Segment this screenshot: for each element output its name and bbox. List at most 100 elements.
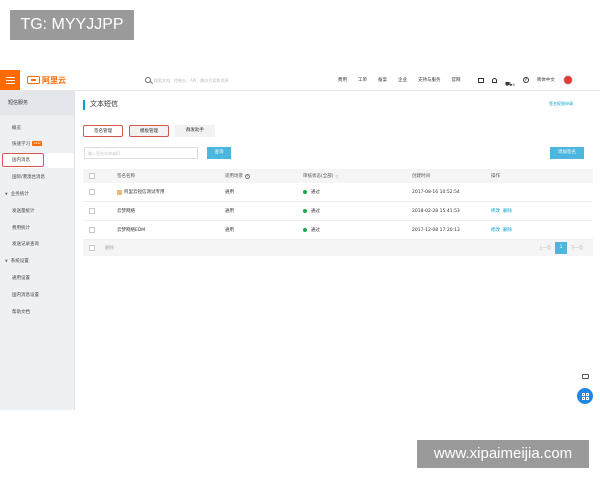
- sidebar-item-send-records[interactable]: 发送记录查询: [0, 237, 74, 252]
- global-search-input[interactable]: [154, 75, 272, 85]
- nav-filing[interactable]: 备案: [378, 77, 387, 83]
- table-header: 签名名称 适用场景? 审核状态(全部) ▽ 创建时间 操作: [83, 169, 593, 183]
- signature-scope: 通用: [225, 228, 234, 233]
- table-row: 云梦网络 通用 通过 2018-02-28 15:41:53 修改 删除: [83, 202, 593, 221]
- tab-bar: 签名管理 模板管理 群发助手: [83, 125, 215, 139]
- question-icon[interactable]: ?: [245, 173, 250, 179]
- sidebar-item-send-volume-stats[interactable]: 发送量统计: [0, 204, 74, 219]
- add-signature-button[interactable]: 添加签名: [550, 147, 584, 159]
- nav-tickets[interactable]: 工单: [358, 77, 367, 83]
- delete-link[interactable]: 删除: [503, 208, 512, 214]
- sidebar-group-label: 业务统计: [10, 192, 29, 197]
- sidebar-item-label: 国内消息设置: [12, 293, 39, 298]
- caret-down-icon: ▼: [5, 192, 8, 196]
- sidebar-item-label: 通用设置: [12, 276, 30, 281]
- mail-icon[interactable]: [478, 77, 484, 83]
- prev-page-button[interactable]: 上一页: [539, 245, 551, 251]
- nav-fees[interactable]: 费用: [338, 77, 347, 83]
- signature-name: 阿里云短信测试专用: [117, 183, 165, 201]
- sidebar-item-domestic-settings[interactable]: 国内消息设置: [0, 288, 74, 303]
- sidebar: 短信服务 概览 快速学习 NEW 国内消息 国际/港澳台消息 ▼ 业务统计 发送量统…: [0, 91, 75, 410]
- top-navigation: 阿里云 费用 工单 备案 企业 支持与服务 官网 ⛟0 ? 简体中文: [0, 70, 600, 91]
- header-ops: 操作: [491, 174, 500, 179]
- row-checkbox[interactable]: [89, 221, 95, 239]
- status-dot-icon: [303, 190, 307, 194]
- cart-button[interactable]: ⛟0: [505, 71, 515, 90]
- row-checkbox[interactable]: [89, 202, 95, 220]
- tab-bulk-send-assistant[interactable]: 群发助手: [175, 125, 215, 137]
- table-row: 云梦网络EDM 通用 通过 2017-12-08 17:20:13 修改 删除: [83, 221, 593, 240]
- top-nav-icons: ⛟0 ? 简体中文: [478, 70, 573, 90]
- sidebar-item-label: 帮助文档: [12, 310, 30, 315]
- header-created: 创建时间: [412, 174, 430, 179]
- status-text: 通过: [311, 228, 320, 233]
- sidebar-item-overview[interactable]: 概览: [0, 121, 74, 136]
- signature-name: 云梦网络EDM: [117, 228, 146, 233]
- sidebar-item-fee-stats[interactable]: 费用统计: [0, 221, 74, 236]
- current-page[interactable]: 1: [555, 242, 567, 254]
- chat-icon[interactable]: [579, 370, 591, 382]
- sidebar-item-general-settings[interactable]: 通用设置: [0, 271, 74, 286]
- tab-template-management[interactable]: 模板管理: [129, 125, 169, 137]
- sidebar-item-label: 快速学习: [12, 142, 30, 147]
- nav-enterprise[interactable]: 企业: [398, 77, 407, 83]
- status-dot-icon: [303, 209, 307, 213]
- language-switch[interactable]: 简体中文: [537, 77, 555, 83]
- sidebar-title: 短信服务: [0, 91, 74, 115]
- cart-icon: ⛟: [505, 80, 513, 88]
- edit-link[interactable]: 修改: [491, 208, 500, 214]
- signature-ops: 修改 删除: [491, 202, 515, 220]
- signature-search-input[interactable]: [84, 147, 198, 159]
- sidebar-group-business-stats[interactable]: ▼ 业务统计: [0, 187, 74, 202]
- edit-link[interactable]: 修改: [491, 227, 500, 233]
- sidebar-group-system-settings[interactable]: ▼ 系统设置: [0, 254, 74, 269]
- tag-icon: [117, 189, 122, 195]
- sidebar-item-label: 国际/港澳台消息: [12, 175, 46, 180]
- next-page-button[interactable]: 下一页: [571, 245, 583, 251]
- sidebar-item-quick-learn[interactable]: 快速学习 NEW: [0, 137, 74, 152]
- watermark-top: TG: MYYJJPP: [10, 10, 134, 40]
- header-name: 签名名称: [117, 174, 135, 179]
- signature-ops: 修改 删除: [491, 221, 515, 239]
- row-checkbox[interactable]: [89, 183, 95, 201]
- query-button[interactable]: 查询: [207, 147, 231, 159]
- page-title: 文本短信: [90, 100, 118, 108]
- menu-icon[interactable]: [0, 70, 20, 90]
- bell-icon[interactable]: [492, 77, 497, 83]
- apps-grid-icon[interactable]: [577, 388, 593, 404]
- status-dot-icon: [303, 228, 307, 232]
- signature-scope: 通用: [225, 190, 234, 195]
- avatar[interactable]: [562, 75, 573, 85]
- status-text: 通过: [311, 190, 320, 195]
- bulk-delete-button[interactable]: 删除: [105, 240, 114, 256]
- table-row: 阿里云短信测试专用 通用 通过 2017-08-16 10:52:54: [83, 183, 593, 202]
- signature-table: 签名名称 适用场景? 审核状态(全部) ▽ 创建时间 操作 阿里云短信测试专用 通…: [83, 169, 593, 256]
- sidebar-item-international-messages[interactable]: 国际/港澳台消息: [0, 170, 74, 185]
- caret-down-icon: ▼: [5, 259, 8, 263]
- sidebar-item-label: 概览: [12, 126, 21, 131]
- sidebar-item-help-docs[interactable]: 帮助文档: [0, 305, 74, 320]
- search-icon[interactable]: [145, 77, 151, 83]
- signature-created: 2017-08-16 10:52:54: [412, 189, 460, 195]
- tab-signature-management[interactable]: 签名管理: [83, 125, 123, 137]
- sidebar-group-label: 系统设置: [10, 259, 29, 264]
- pagination: 上一页 1 下一页: [539, 240, 583, 256]
- select-all-checkbox[interactable]: [89, 169, 95, 183]
- signature-status: 通过: [303, 221, 320, 239]
- footer-select-all-checkbox[interactable]: [89, 240, 95, 256]
- sidebar-item-label: 发送量统计: [12, 209, 35, 214]
- status-text: 通过: [311, 209, 320, 214]
- sidebar-item-label: 费用统计: [12, 226, 30, 231]
- aliyun-logo[interactable]: 阿里云: [27, 74, 66, 86]
- filter-icon[interactable]: ▽: [336, 174, 339, 179]
- global-search: [145, 74, 275, 86]
- nav-support[interactable]: 支持与服务: [418, 77, 441, 83]
- help-icon[interactable]: ?: [522, 77, 529, 83]
- top-nav-links: 费用 工单 备案 企业 支持与服务 官网: [338, 70, 472, 90]
- delete-link[interactable]: 删除: [503, 227, 512, 233]
- nav-official-site[interactable]: 官网: [452, 77, 461, 83]
- new-badge: NEW: [32, 141, 43, 146]
- signature-name-text: 阿里云短信测试专用: [124, 190, 165, 195]
- guide-link[interactable]: 签名权限申请: [549, 101, 573, 107]
- header-scope: 适用场景?: [225, 169, 250, 183]
